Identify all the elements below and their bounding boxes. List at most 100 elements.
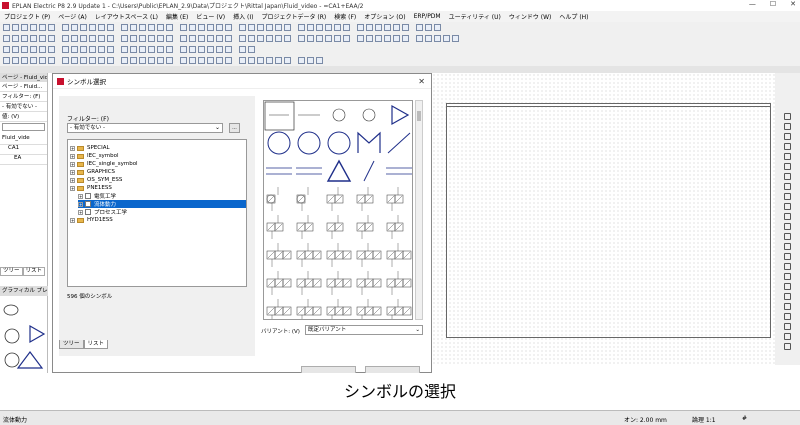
toolbar-button[interactable] xyxy=(248,24,255,31)
toolbar-button[interactable] xyxy=(80,35,87,42)
toolbar-button[interactable] xyxy=(107,57,114,64)
menu-page[interactable]: ページ (A) xyxy=(58,12,87,21)
toolbar-button[interactable] xyxy=(189,35,196,42)
toolbar-button[interactable] xyxy=(307,24,314,31)
tree-node[interactable]: + GRAPHICS xyxy=(70,168,246,176)
minimize-button[interactable]: — xyxy=(749,0,756,8)
toolbar-button[interactable] xyxy=(225,57,232,64)
toolbar-button[interactable] xyxy=(80,46,87,53)
toolbar-button[interactable] xyxy=(21,46,28,53)
navigator-tab-tree[interactable]: ツリー xyxy=(0,267,23,276)
navigator-tree-item[interactable]: EA xyxy=(0,155,47,165)
navigator-tab-list[interactable]: リスト xyxy=(22,267,46,276)
toolbar-button[interactable] xyxy=(71,24,78,31)
toolbar-button[interactable] xyxy=(425,24,432,31)
tree-node[interactable]: + IEC_symbol xyxy=(70,152,246,160)
toolbar-button[interactable] xyxy=(21,24,28,31)
insert-tool-button[interactable] xyxy=(784,263,791,270)
toolbar-button[interactable] xyxy=(225,46,232,53)
toolbar-button[interactable] xyxy=(257,24,264,31)
toolbar-button[interactable] xyxy=(30,57,37,64)
toolbar-button[interactable] xyxy=(266,57,273,64)
menu-window[interactable]: ウィンドウ (W) xyxy=(509,12,552,21)
toolbar-button[interactable] xyxy=(298,24,305,31)
toolbar-button[interactable] xyxy=(30,24,37,31)
toolbar-button[interactable] xyxy=(157,35,164,42)
toolbar-button[interactable] xyxy=(198,46,205,53)
insert-tool-button[interactable] xyxy=(784,323,791,330)
toolbar-button[interactable] xyxy=(107,35,114,42)
toolbar-button[interactable] xyxy=(130,57,137,64)
insert-tool-button[interactable] xyxy=(784,253,791,260)
toolbar-button[interactable] xyxy=(207,57,214,64)
toolbar-button[interactable] xyxy=(239,46,246,53)
expand-icon[interactable]: + xyxy=(78,209,83,215)
insert-tool-button[interactable] xyxy=(784,243,791,250)
insert-tool-button[interactable] xyxy=(784,333,791,340)
menu-project[interactable]: プロジェクト (P) xyxy=(4,12,50,21)
toolbar-button[interactable] xyxy=(12,46,19,53)
expand-icon[interactable]: + xyxy=(70,177,75,183)
toolbar-button[interactable] xyxy=(98,24,105,31)
tree-node[interactable]: + SPECIAL xyxy=(70,144,246,152)
insert-tool-button[interactable] xyxy=(784,303,791,310)
toolbar-button[interactable] xyxy=(48,24,55,31)
toolbar-button[interactable] xyxy=(3,24,10,31)
toolbar-button[interactable] xyxy=(121,35,128,42)
menu-view[interactable]: ビュー (V) xyxy=(196,12,225,21)
variant-select[interactable]: 既定バリアント ⌄ xyxy=(305,325,423,335)
toolbar-button[interactable] xyxy=(39,24,46,31)
insert-tool-button[interactable] xyxy=(784,133,791,140)
insert-tool-button[interactable] xyxy=(784,343,791,350)
insert-tool-button[interactable] xyxy=(784,283,791,290)
toolbar-button[interactable] xyxy=(225,35,232,42)
toolbar-button[interactable] xyxy=(434,35,441,42)
toolbar-button[interactable] xyxy=(298,57,305,64)
insert-tool-button[interactable] xyxy=(784,203,791,210)
tree-node[interactable]: + 流体動力 xyxy=(78,200,246,208)
toolbar-button[interactable] xyxy=(166,35,173,42)
toolbar-button[interactable] xyxy=(107,46,114,53)
toolbar-button[interactable] xyxy=(139,46,146,53)
toolbar-button[interactable] xyxy=(12,24,19,31)
toolbar-button[interactable] xyxy=(89,46,96,53)
toolbar-button[interactable] xyxy=(157,57,164,64)
toolbar-button[interactable] xyxy=(425,35,432,42)
toolbar-button[interactable] xyxy=(62,46,69,53)
toolbar-button[interactable] xyxy=(357,24,364,31)
toolbar-button[interactable] xyxy=(12,35,19,42)
expand-icon[interactable]: + xyxy=(78,193,83,199)
toolbar-button[interactable] xyxy=(180,35,187,42)
library-tab-tree[interactable]: ツリー xyxy=(59,340,84,349)
toolbar-button[interactable] xyxy=(89,57,96,64)
toolbar-button[interactable] xyxy=(248,57,255,64)
toolbar-button[interactable] xyxy=(180,24,187,31)
toolbar-button[interactable] xyxy=(3,57,10,64)
menu-insert[interactable]: 挿入 (I) xyxy=(233,12,253,21)
insert-tool-button[interactable] xyxy=(784,313,791,320)
toolbar-button[interactable] xyxy=(139,24,146,31)
toolbar-button[interactable] xyxy=(266,35,273,42)
toolbar-button[interactable] xyxy=(257,57,264,64)
toolbar-button[interactable] xyxy=(121,57,128,64)
toolbar-button[interactable] xyxy=(343,24,350,31)
menu-options[interactable]: オプション (O) xyxy=(364,12,405,21)
toolbar-button[interactable] xyxy=(48,46,55,53)
toolbar-button[interactable] xyxy=(443,35,450,42)
toolbar-button[interactable] xyxy=(375,24,382,31)
toolbar-button[interactable] xyxy=(130,46,137,53)
toolbar-button[interactable] xyxy=(3,46,10,53)
toolbar-button[interactable] xyxy=(139,57,146,64)
tree-node[interactable]: + HYD1ESS xyxy=(70,216,246,224)
insert-tool-button[interactable] xyxy=(784,123,791,130)
toolbar-button[interactable] xyxy=(12,57,19,64)
toolbar-button[interactable] xyxy=(316,57,323,64)
insert-tool-button[interactable] xyxy=(784,143,791,150)
symbol-preview-grid[interactable] xyxy=(263,100,413,320)
toolbar-button[interactable] xyxy=(284,35,291,42)
toolbar-button[interactable] xyxy=(239,35,246,42)
expand-icon[interactable]: + xyxy=(78,201,83,207)
library-tab-list[interactable]: リスト xyxy=(83,340,109,349)
toolbar-button[interactable] xyxy=(71,57,78,64)
expand-icon[interactable]: + xyxy=(70,169,75,175)
